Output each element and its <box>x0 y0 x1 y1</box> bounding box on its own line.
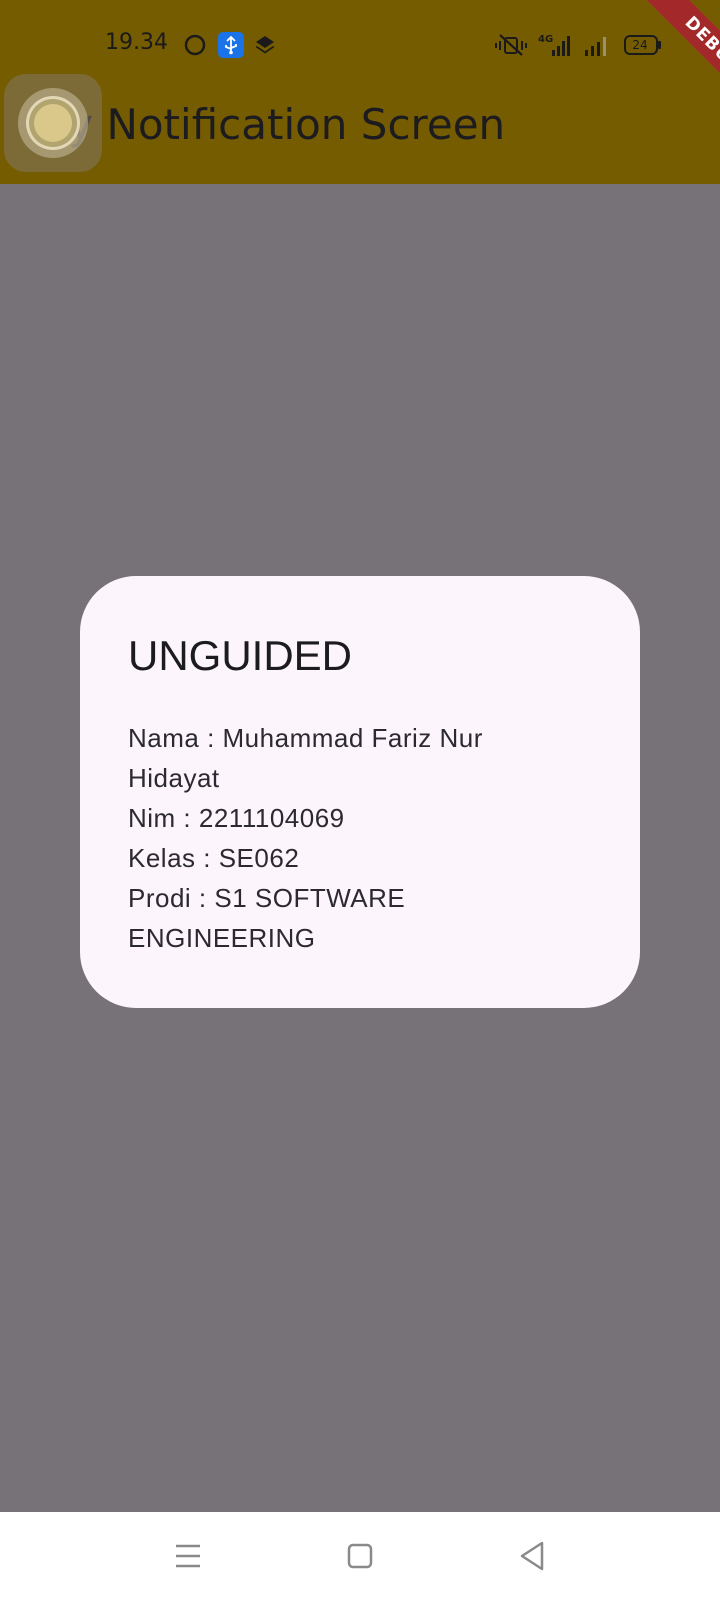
page-title: My Notification Screen <box>32 100 506 149</box>
debug-banner-label: DEBUG <box>635 0 720 120</box>
debug-banner: DEBUG <box>600 0 720 120</box>
dialog-line-nim: Nim : 2211104069 <box>128 803 345 833</box>
menu-icon[interactable] <box>164 1532 212 1580</box>
signal-4g-icon: 4G <box>538 34 570 56</box>
back-icon[interactable] <box>508 1532 556 1580</box>
dialog-line-nama: Nama : Muhammad Fariz Nur Hidayat <box>128 723 483 793</box>
system-navigation-bar <box>0 1512 720 1600</box>
usb-debug-icon <box>218 32 244 58</box>
dialog-line-kelas: Kelas : SE062 <box>128 843 300 873</box>
status-time: 19.34 <box>105 30 168 55</box>
dialog-content: Nama : Muhammad Fariz Nur Hidayat Nim : … <box>128 718 548 958</box>
dialog-title: UNGUIDED <box>128 632 353 679</box>
svg-text:4G: 4G <box>538 34 553 45</box>
app-bar: 19.34 4G 24 My Notification Screen DEBUG <box>0 0 720 184</box>
vibrate-mute-icon <box>495 34 527 56</box>
dialog-line-prodi: Prodi : S1 SOFTWARE ENGINEERING <box>128 883 406 953</box>
notification-dialog[interactable]: UNGUIDED Nama : Muhammad Fariz Nur Hiday… <box>80 576 640 1008</box>
layers-icon <box>255 36 275 54</box>
bubble-core <box>34 104 72 142</box>
circle-icon <box>184 34 206 56</box>
floating-assistive-button[interactable] <box>4 74 102 172</box>
home-icon[interactable] <box>336 1532 384 1580</box>
